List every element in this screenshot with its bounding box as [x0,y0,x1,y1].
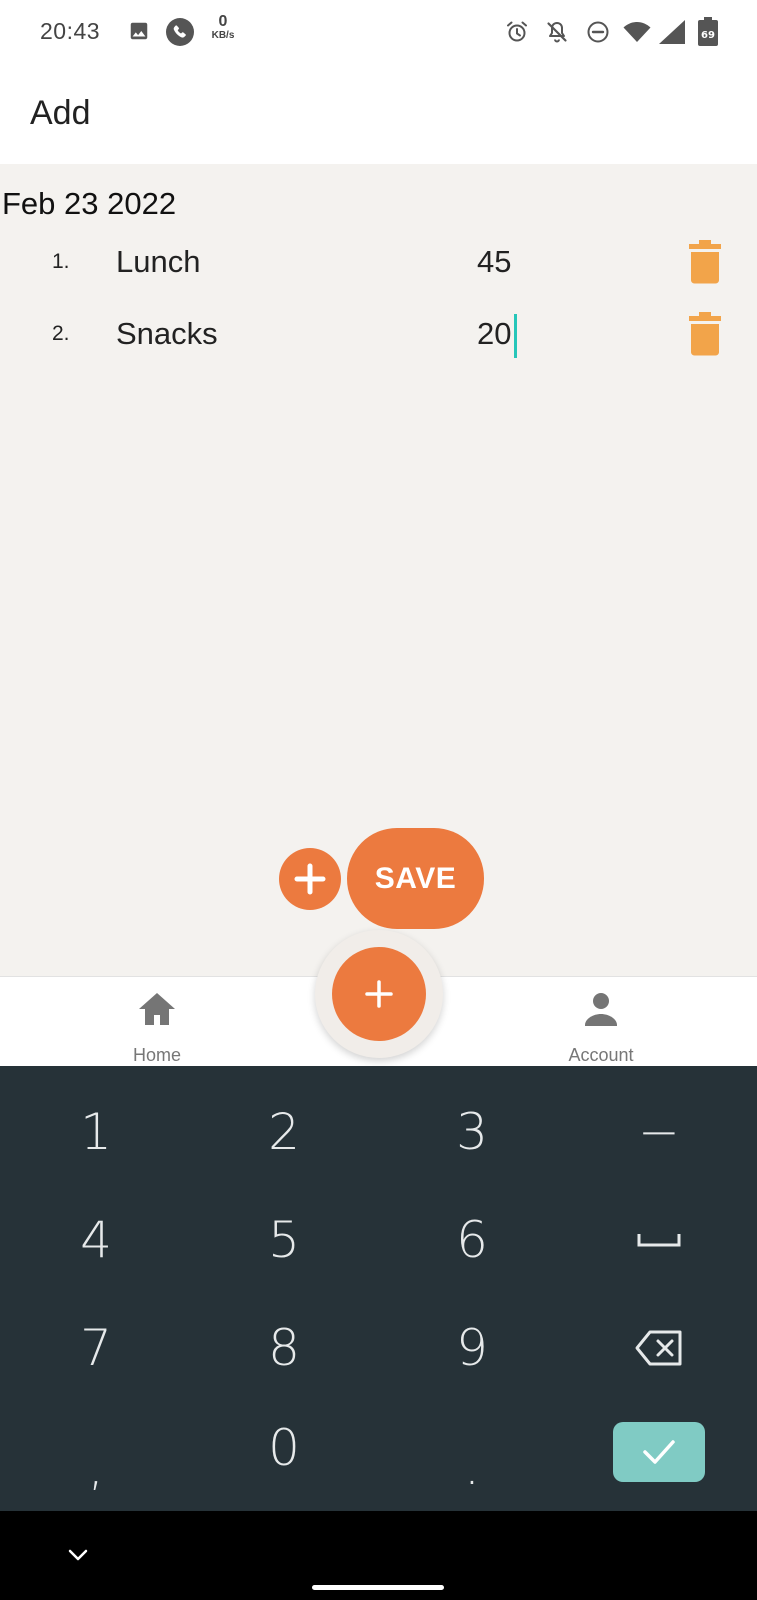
nav-item-account[interactable]: Account [531,977,671,1067]
battery-icon: 69 [697,17,719,47]
account-icon [583,991,619,1032]
text-cursor [514,314,517,358]
data-rate-value: 0 [218,13,228,30]
key-3[interactable]: 3 [392,1082,552,1182]
notifications-off-icon [545,20,569,44]
trash-icon [689,240,721,284]
entry-amount-field[interactable]: 45 [477,244,511,280]
key-7[interactable]: 7 [16,1298,176,1398]
nav-label-account: Account [568,1045,634,1065]
entry-name-field[interactable]: Lunch [116,244,200,280]
save-button[interactable]: SAVE [347,828,484,929]
key-done[interactable] [613,1422,705,1482]
key-space[interactable] [579,1190,739,1290]
status-time: 20:43 [40,18,101,44]
system-nav-bar [0,1511,757,1600]
page-title: Add [30,94,91,132]
key-5[interactable]: 5 [204,1190,364,1290]
chevron-down-icon [68,1549,88,1561]
image-icon [128,20,150,42]
key-0[interactable]: 0 [204,1398,364,1498]
key-backspace[interactable] [579,1298,739,1398]
data-rate-indicator: 0 KB/s [206,14,240,41]
data-rate-unit: KB/s [211,30,235,41]
key-1[interactable]: 1 [16,1082,176,1182]
key-minus[interactable]: − [579,1082,739,1182]
do-not-disturb-icon [586,20,610,44]
key-9[interactable]: 9 [392,1298,552,1398]
hide-keyboard-button[interactable] [62,1539,94,1571]
alarm-icon [505,20,529,44]
key-period[interactable]: . [392,1410,552,1510]
backspace-icon [635,1330,682,1366]
check-icon [643,1440,675,1464]
add-fab-button[interactable] [332,947,426,1041]
phone-call-icon [166,18,194,46]
space-bar-icon [637,1234,681,1247]
key-8[interactable]: 8 [204,1298,364,1398]
cell-signal-icon [658,19,686,45]
delete-entry-button[interactable] [688,312,722,361]
key-6[interactable]: 6 [392,1190,552,1290]
entry-index: 2. [52,322,70,345]
nav-label-home: Home [132,1045,181,1065]
key-comma[interactable]: , [16,1410,176,1510]
entry-name-field[interactable]: Snacks [116,316,218,352]
entry-date: Feb 23 2022 [2,186,177,221]
entry-amount-field[interactable]: 20 [477,316,511,352]
battery-level: 69 [701,30,715,41]
numeric-keyboard: 1 2 3 − 4 5 6 7 8 9 , 0 . [0,1066,757,1511]
trash-icon [689,312,721,356]
nav-item-home[interactable]: Home [87,977,227,1067]
app-bar: Add [0,64,757,164]
delete-entry-button[interactable] [688,240,722,289]
status-bar: 20:43 0 KB/s 69 [0,0,757,64]
key-2[interactable]: 2 [204,1082,364,1182]
list-item: 2. Snacks 20 [0,308,757,364]
list-item: 1. Lunch 45 [0,236,757,292]
plus-icon [294,863,326,895]
wifi-icon [623,21,651,43]
home-icon [137,991,177,1032]
entry-index: 1. [52,250,70,273]
plus-icon [365,980,393,1008]
add-entry-button[interactable] [279,848,341,910]
home-gesture-bar[interactable] [312,1585,444,1590]
key-4[interactable]: 4 [16,1190,176,1290]
